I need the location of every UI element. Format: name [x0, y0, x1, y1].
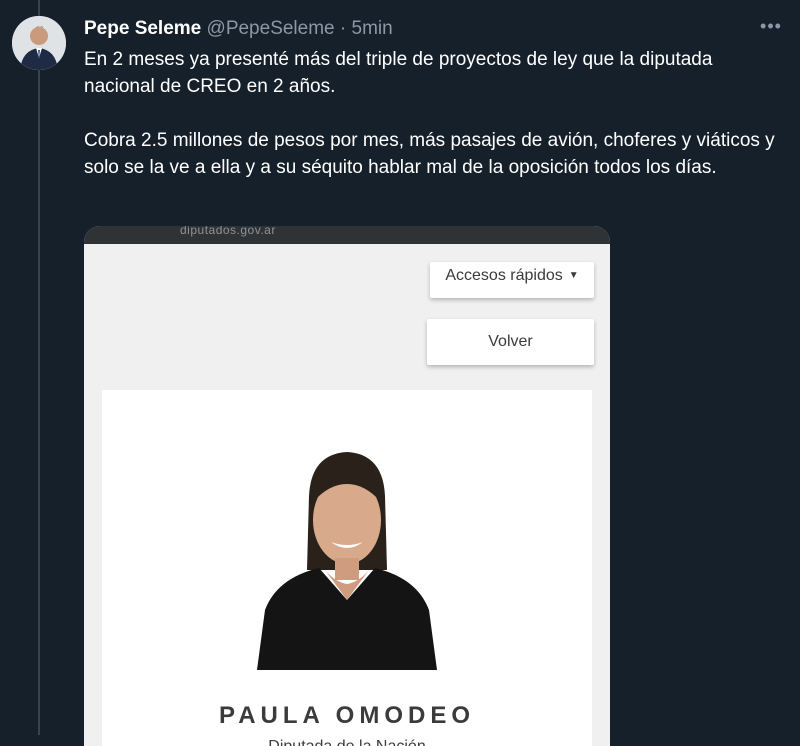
quick-access-label: Accesos rápidos: [445, 267, 563, 285]
person-name: PAULA OMODEO: [219, 702, 475, 729]
tweet-paragraph: En 2 meses ya presenté más del triple de…: [84, 49, 713, 97]
user-handle[interactable]: @PepeSeleme: [207, 18, 335, 39]
timestamp[interactable]: 5min: [352, 18, 393, 39]
caret-down-icon: ▼: [568, 270, 579, 281]
page-url: diputados.gov.ar: [180, 226, 276, 237]
screenshot-page: Accesos rápidos ▼ Volver PAULA OMODEO Dip…: [84, 244, 610, 746]
avatar[interactable]: [12, 16, 66, 70]
profile-card: PAULA OMODEO Diputada de la Nación: [102, 390, 592, 746]
tweet-media-image[interactable]: diputados.gov.ar Accesos rápidos ▼ Volver…: [84, 226, 610, 746]
browser-address-bar: diputados.gov.ar: [84, 226, 610, 244]
quick-access-button[interactable]: Accesos rápidos ▼: [430, 262, 594, 298]
person-role: Diputada de la Nación: [102, 738, 592, 746]
separator: ·: [339, 18, 347, 39]
back-button[interactable]: Volver: [427, 319, 594, 365]
portrait-photo: [247, 450, 447, 670]
tweet-text: En 2 meses ya presenté más del triple de…: [84, 46, 784, 181]
thread-line: [38, 0, 40, 735]
avatar-image: [12, 16, 66, 70]
tweet-paragraph: Cobra 2.5 millones de pesos por mes, más…: [84, 130, 775, 178]
tweet-header: Pepe Seleme @PepeSeleme · 5min: [84, 14, 760, 44]
display-name[interactable]: Pepe Seleme: [84, 18, 201, 39]
back-label: Volver: [488, 333, 533, 350]
more-options-icon[interactable]: •••: [756, 14, 786, 44]
